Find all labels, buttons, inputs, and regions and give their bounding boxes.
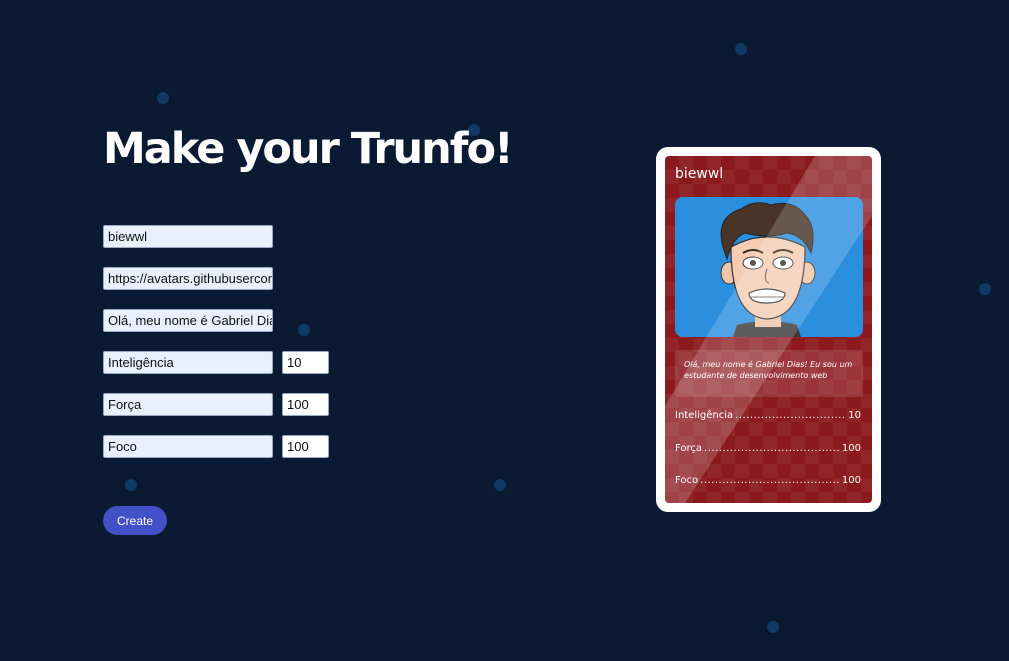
background-dot xyxy=(298,324,310,336)
dot-leader: ........................................… xyxy=(704,443,840,454)
card-attribute: Inteligência ...........................… xyxy=(675,410,861,421)
dot-leader: ........................................… xyxy=(700,475,840,486)
description-input[interactable]: Olá, meu nome é Gabriel Dias! Eu sou um … xyxy=(103,309,273,332)
background-dot xyxy=(157,92,169,104)
background-dot xyxy=(735,43,747,55)
card-name: biewwl xyxy=(675,166,724,182)
attribute-name-input[interactable]: Inteligência xyxy=(103,351,273,374)
card-description: Olá, meu nome é Gabriel Dias! Eu sou um … xyxy=(675,350,863,397)
avatar-illustration xyxy=(675,197,863,337)
attribute-value-input[interactable]: 100 xyxy=(282,393,329,416)
card-attribute: Força ..................................… xyxy=(675,443,861,454)
attribute-value-input[interactable]: 100 xyxy=(282,435,329,458)
image-url-input[interactable]: https://avatars.githubusercontent.com xyxy=(103,267,273,290)
page-title: Make your Trunfo! xyxy=(103,124,514,174)
card-attribute-label: Inteligência xyxy=(675,410,734,421)
attribute-name-input[interactable]: Força xyxy=(103,393,273,416)
card-attribute-label: Força xyxy=(675,443,703,454)
attribute-value-input[interactable]: 10 xyxy=(282,351,329,374)
background-dot xyxy=(494,479,506,491)
create-button[interactable]: Create xyxy=(103,506,167,535)
background-dot xyxy=(767,621,779,633)
attribute-name-input[interactable]: Foco xyxy=(103,435,273,458)
card-attribute: Foco ...................................… xyxy=(675,475,861,486)
card-image xyxy=(675,197,863,337)
background-dot xyxy=(979,283,991,295)
background-dot xyxy=(125,479,137,491)
card-face: biewwl Olá, meu nome é Gabriel Dias! Eu … xyxy=(665,156,872,503)
card-preview: biewwl Olá, meu nome é Gabriel Dias! Eu … xyxy=(656,147,881,512)
dot-leader: ........................................… xyxy=(735,410,846,421)
card-attribute-label: Foco xyxy=(675,475,699,486)
name-input[interactable]: biewwl xyxy=(103,225,273,248)
card-attribute-value: 100 xyxy=(841,475,861,486)
card-attribute-value: 10 xyxy=(848,410,861,421)
card-attribute-value: 100 xyxy=(841,443,861,454)
